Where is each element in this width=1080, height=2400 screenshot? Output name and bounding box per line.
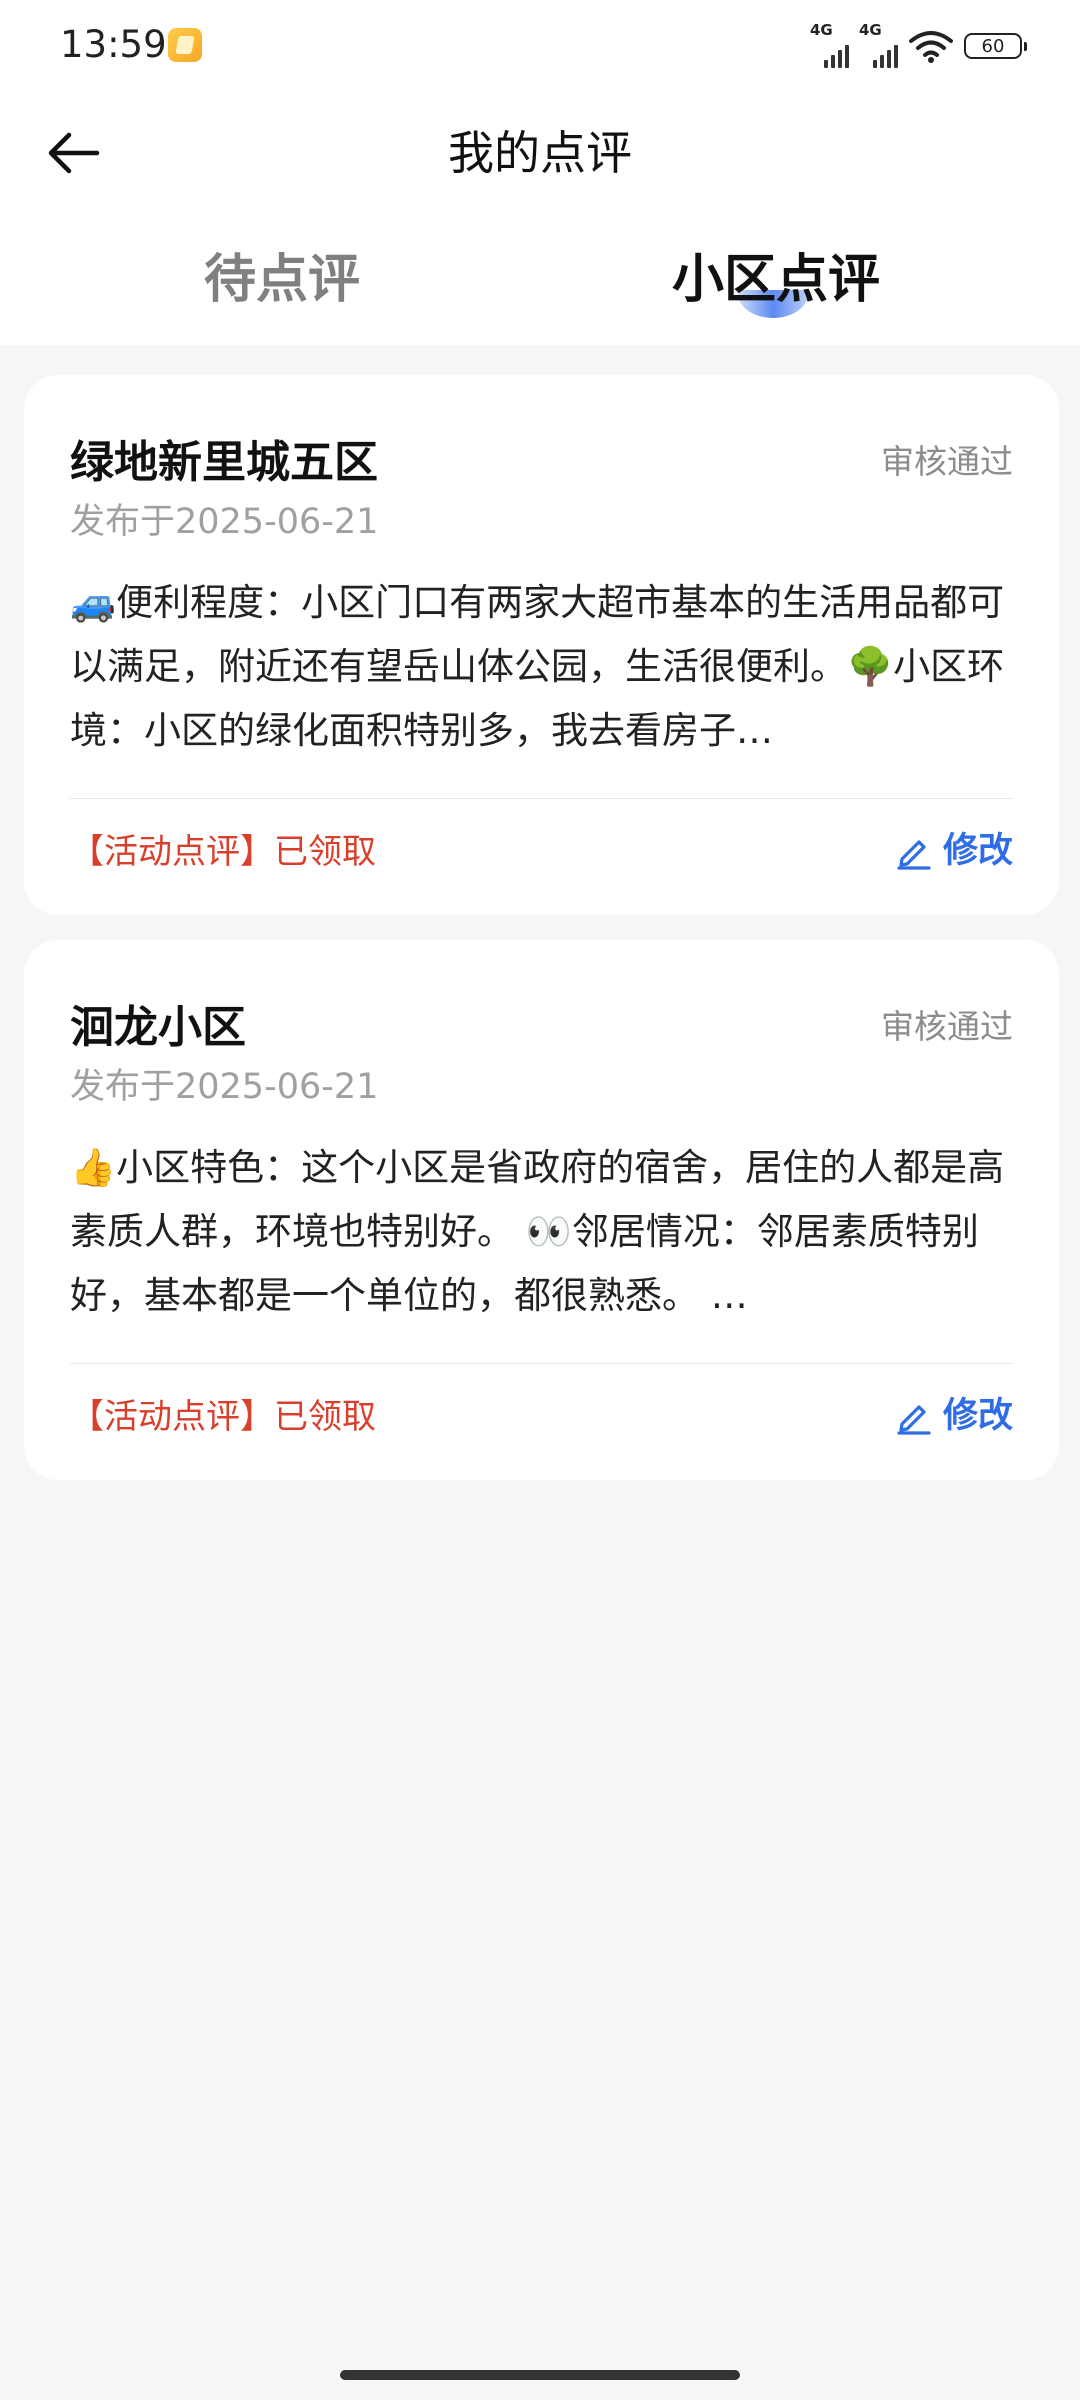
divider	[70, 798, 1014, 799]
publish-date: 发布于2025-06-21	[70, 502, 379, 542]
home-indicator[interactable]	[340, 2370, 740, 2380]
edit-button[interactable]: 修改	[895, 1390, 1013, 1442]
review-content: 👍小区特色：这个小区是省政府的宿舍，居住的人都是高素质人群，环境也特别好。 👀邻…	[70, 1146, 1005, 1317]
publish-date: 发布于2025-06-21	[70, 1067, 379, 1107]
review-card[interactable]: 洄龙小区 审核通过 发布于2025-06-21 👍小区特色：这个小区是省政府的宿…	[24, 940, 1059, 1480]
community-name: 洄龙小区	[70, 1002, 246, 1053]
review-card[interactable]: 绿地新里城五区 审核通过 发布于2025-06-21 🚙便利程度：小区门口有两家…	[24, 375, 1059, 915]
signal-label: 4G	[859, 21, 882, 39]
review-status: 审核通过	[881, 442, 1013, 481]
signal-label: 4G	[810, 21, 833, 39]
edit-icon	[897, 1405, 931, 1435]
app-notification-icon	[168, 28, 202, 62]
tab-pending-review[interactable]: 待点评	[204, 245, 360, 315]
divider	[70, 1363, 1014, 1364]
signal-icon: 4G	[810, 21, 849, 68]
battery-icon: 60	[964, 33, 1027, 59]
edit-icon	[897, 840, 931, 870]
community-name: 绿地新里城五区	[70, 437, 378, 488]
tab-label: 待点评	[204, 250, 361, 310]
edit-label: 修改	[942, 1396, 1013, 1436]
activity-badge: 【活动点评】已领取	[70, 1397, 376, 1437]
edit-button[interactable]: 修改	[895, 825, 1013, 877]
edit-label: 修改	[942, 831, 1013, 871]
review-content: 🚙便利程度：小区门口有两家大超市基本的生活用品都可以满足，附近还有望岳山体公园，…	[70, 581, 1005, 752]
status-time: 13:59	[60, 23, 167, 66]
activity-badge: 【活动点评】已领取	[70, 832, 376, 872]
status-icons: 4G 4G 60	[810, 21, 1027, 68]
wifi-icon	[909, 31, 953, 63]
signal-icon: 4G	[859, 21, 898, 68]
page-title: 我的点评	[448, 126, 632, 180]
tab-label: 小区点评	[672, 250, 881, 310]
tab-community-review[interactable]: 小区点评	[672, 245, 880, 315]
status-bar: 13:59 4G 4G 60	[0, 0, 1080, 90]
review-status: 审核通过	[881, 1007, 1013, 1046]
